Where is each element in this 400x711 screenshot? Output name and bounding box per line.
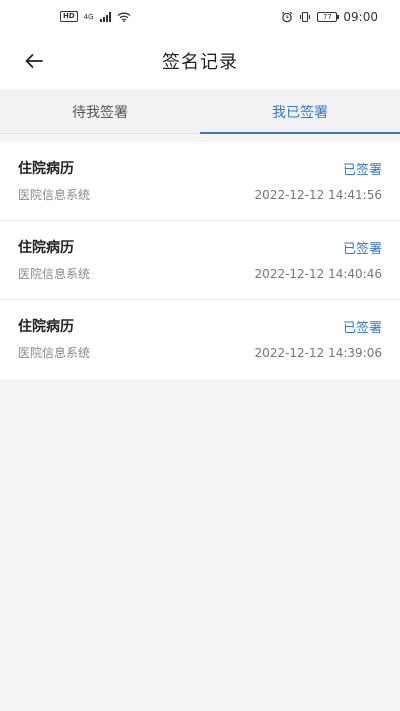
- signal-icon: [99, 11, 111, 22]
- status-badge: 已签署: [342, 320, 382, 336]
- status-time: 09:00: [343, 9, 378, 24]
- tab-signed[interactable]: 我已签署: [200, 90, 400, 134]
- record-list: 住院病历 已签署 医院信息系统 2022-12-12 14:41:56 住院病历…: [0, 142, 400, 379]
- record-title: 住院病历: [18, 319, 74, 335]
- record-source: 医院信息系统: [18, 346, 91, 360]
- status-left: HD 4G: [60, 11, 131, 22]
- record-title: 住院病历: [18, 240, 74, 256]
- record-source: 医院信息系统: [18, 188, 91, 202]
- record-title: 住院病历: [18, 161, 74, 177]
- network-type: 4G: [83, 12, 94, 21]
- status-bar: HD 4G 77 09:00: [0, 0, 400, 33]
- back-button[interactable]: [16, 43, 52, 79]
- record-time: 2022-12-12 14:39:06: [254, 345, 382, 360]
- tab-pending-signature[interactable]: 待我签署: [0, 90, 200, 133]
- page-title: 签名记录: [162, 52, 238, 73]
- hd-badge: HD: [60, 11, 78, 22]
- record-time: 2022-12-12 14:40:46: [254, 266, 382, 281]
- tab-bar: 待我签署 我已签署: [0, 90, 400, 134]
- vibrate-icon: [299, 11, 311, 23]
- record-source: 医院信息系统: [18, 267, 91, 281]
- arrow-left-icon: [25, 54, 43, 68]
- status-right: 77 09:00: [281, 10, 378, 24]
- list-item[interactable]: 住院病历 已签署 医院信息系统 2022-12-12 14:40:46: [0, 221, 400, 300]
- alarm-icon: [281, 11, 293, 23]
- list-item[interactable]: 住院病历 已签署 医院信息系统 2022-12-12 14:39:06: [0, 300, 400, 379]
- status-badge: 已签署: [342, 162, 382, 178]
- app-header: 签名记录: [0, 33, 400, 89]
- status-badge: 已签署: [342, 241, 382, 257]
- record-time: 2022-12-12 14:41:56: [254, 187, 382, 202]
- wifi-icon: [117, 12, 131, 22]
- battery-icon: 77: [317, 11, 340, 22]
- list-item[interactable]: 住院病历 已签署 医院信息系统 2022-12-12 14:41:56: [0, 142, 400, 221]
